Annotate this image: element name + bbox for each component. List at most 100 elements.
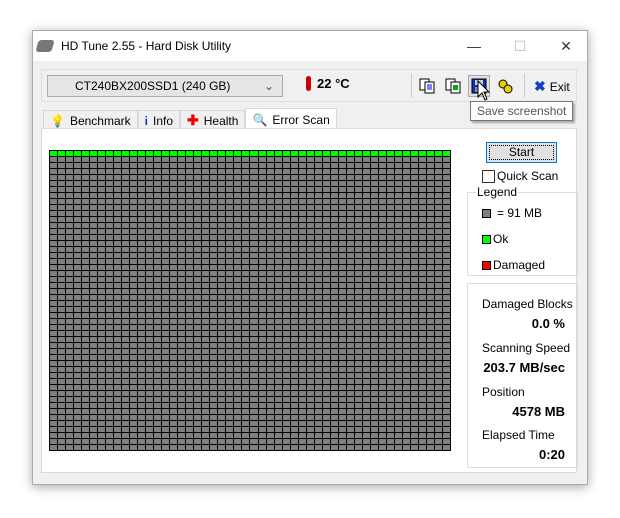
- block-pending: [146, 385, 154, 390]
- block-pending: [314, 373, 322, 378]
- block-pending: [402, 421, 410, 426]
- block-pending: [250, 187, 258, 192]
- block-pending: [122, 355, 130, 360]
- block-pending: [170, 343, 178, 348]
- block-pending: [250, 229, 258, 234]
- block-pending: [418, 187, 426, 192]
- block-pending: [298, 421, 306, 426]
- block-pending: [178, 385, 186, 390]
- block-pending: [442, 337, 450, 342]
- tab-health[interactable]: ✚ Health: [180, 110, 246, 130]
- block-pending: [314, 259, 322, 264]
- block-pending: [82, 439, 90, 444]
- tab-error-scan[interactable]: 🔍 Error Scan: [245, 108, 337, 130]
- block-pending: [170, 427, 178, 432]
- block-pending: [338, 217, 346, 222]
- block-pending: [426, 199, 434, 204]
- tab-info[interactable]: i Info: [137, 110, 181, 130]
- block-pending: [82, 379, 90, 384]
- block-pending: [370, 427, 378, 432]
- block-pending: [274, 379, 282, 384]
- block-pending: [346, 439, 354, 444]
- quick-scan-checkbox[interactable]: Quick Scan: [482, 169, 558, 183]
- block-pending: [98, 385, 106, 390]
- block-pending: [394, 373, 402, 378]
- block-pending: [290, 307, 298, 312]
- tab-benchmark[interactable]: 💡 Benchmark: [43, 110, 138, 130]
- block-pending: [66, 409, 74, 414]
- block-pending: [50, 217, 58, 222]
- block-pending: [170, 229, 178, 234]
- copy-image-button[interactable]: [442, 75, 464, 97]
- block-pending: [250, 247, 258, 252]
- block-pending: [362, 235, 370, 240]
- block-pending: [138, 229, 146, 234]
- block-pending: [314, 271, 322, 276]
- drive-select[interactable]: CT240BX200SSD1 (240 GB) ⌄: [47, 75, 283, 97]
- block-pending: [282, 223, 290, 228]
- options-button[interactable]: [494, 75, 516, 97]
- block-pending: [410, 265, 418, 270]
- block-pending: [138, 361, 146, 366]
- block-pending: [362, 391, 370, 396]
- block-pending: [106, 163, 114, 168]
- block-pending: [74, 343, 82, 348]
- block-pending: [82, 397, 90, 402]
- lightbulb-icon: 💡: [50, 113, 65, 128]
- exit-button[interactable]: ✖ Exit: [534, 78, 570, 95]
- close-button[interactable]: ✕: [543, 31, 589, 61]
- block-pending: [386, 361, 394, 366]
- block-pending: [378, 331, 386, 336]
- block-pending: [330, 325, 338, 330]
- block-pending: [234, 175, 242, 180]
- block-pending: [106, 199, 114, 204]
- block-pending: [402, 211, 410, 216]
- block-pending: [162, 265, 170, 270]
- block-pending: [194, 307, 202, 312]
- block-pending: [442, 217, 450, 222]
- checkbox-box[interactable]: [482, 169, 495, 183]
- block-pending: [66, 361, 74, 366]
- block-pending: [162, 277, 170, 282]
- copy-text-button[interactable]: [416, 75, 438, 97]
- block-pending: [138, 199, 146, 204]
- block-pending: [242, 175, 250, 180]
- maximize-button[interactable]: ☐: [497, 31, 543, 61]
- block-pending: [306, 331, 314, 336]
- block-pending: [442, 283, 450, 288]
- block-pending: [74, 301, 82, 306]
- block-pending: [266, 289, 274, 294]
- block-pending: [202, 235, 210, 240]
- block-pending: [74, 397, 82, 402]
- start-button[interactable]: Start: [486, 142, 557, 163]
- block-pending: [146, 325, 154, 330]
- temperature: 22 °C: [306, 76, 350, 91]
- block-pending: [402, 163, 410, 168]
- mouse-cursor-icon: [477, 80, 491, 101]
- block-pending: [90, 313, 98, 318]
- block-pending: [298, 175, 306, 180]
- block-pending: [90, 157, 98, 162]
- block-pending: [330, 367, 338, 372]
- block-pending: [122, 367, 130, 372]
- block-pending: [434, 247, 442, 252]
- block-pending: [82, 289, 90, 294]
- block-pending: [418, 439, 426, 444]
- minimize-button[interactable]: —: [451, 31, 497, 61]
- block-pending: [106, 439, 114, 444]
- block-pending: [162, 253, 170, 258]
- block-pending: [242, 313, 250, 318]
- block-pending: [210, 331, 218, 336]
- block-pending: [314, 415, 322, 420]
- block-pending: [250, 157, 258, 162]
- block-pending: [50, 289, 58, 294]
- block-ok: [426, 151, 434, 156]
- block-pending: [290, 325, 298, 330]
- block-pending: [122, 217, 130, 222]
- block-pending: [218, 415, 226, 420]
- block-pending: [354, 157, 362, 162]
- block-pending: [394, 337, 402, 342]
- block-pending: [242, 241, 250, 246]
- block-pending: [394, 301, 402, 306]
- block-pending: [386, 181, 394, 186]
